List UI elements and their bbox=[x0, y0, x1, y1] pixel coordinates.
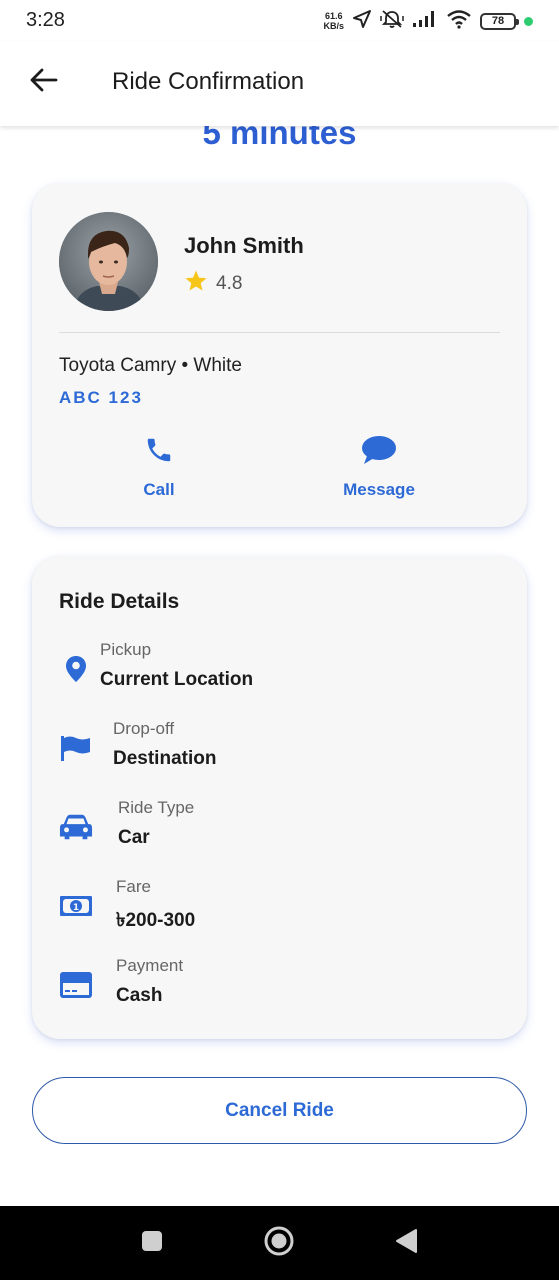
banknote-icon: 1 bbox=[59, 889, 93, 923]
driver-name: John Smith bbox=[184, 233, 304, 258]
app-bar: Ride Confirmation bbox=[0, 42, 559, 126]
detail-row-pickup: Pickup Current Location bbox=[59, 640, 500, 700]
credit-card-icon bbox=[59, 968, 93, 1002]
status-icons: 61.6 KB/s 78 bbox=[323, 8, 533, 34]
home-circle-icon bbox=[264, 1226, 294, 1261]
detail-row-dropoff: Drop-off Destination bbox=[59, 719, 500, 779]
status-time: 3:28 bbox=[26, 9, 65, 31]
ride-details-card: Ride Details Pickup Current Location Dro… bbox=[32, 556, 527, 1039]
back-triangle-icon bbox=[394, 1228, 418, 1259]
license-plate: ABC 123 bbox=[59, 388, 143, 407]
car-icon bbox=[59, 810, 93, 844]
payment-label: Payment bbox=[116, 956, 184, 975]
driver-avatar bbox=[59, 212, 158, 311]
fare-text: Fare ৳200-300 bbox=[116, 877, 195, 938]
star-icon bbox=[184, 269, 208, 298]
arrow-left-icon bbox=[30, 68, 58, 97]
message-button[interactable]: Message bbox=[332, 435, 426, 500]
eta-text: 5 minutes bbox=[202, 126, 357, 151]
driver-rating: 4.8 bbox=[184, 269, 242, 298]
page-title: Ride Confirmation bbox=[112, 68, 305, 95]
payment-text: Payment Cash bbox=[116, 956, 183, 1007]
detail-row-payment: Payment Cash bbox=[59, 956, 500, 1016]
pickup-label: Pickup bbox=[100, 640, 152, 659]
dropoff-label: Drop-off bbox=[113, 719, 175, 738]
fare-value: ৳200-300 bbox=[116, 910, 196, 931]
dropoff-text: Drop-off Destination bbox=[113, 719, 216, 770]
pickup-value: Current Location bbox=[100, 669, 254, 690]
detail-row-ride-type: Ride Type Car bbox=[59, 798, 500, 858]
system-nav-bar bbox=[0, 1206, 559, 1280]
svg-text:1: 1 bbox=[73, 903, 79, 913]
call-label: Call bbox=[143, 480, 175, 499]
main-content[interactable]: 5 minutes John Smith 4.8 Toyota Camry • … bbox=[0, 126, 559, 1206]
location-arrow-icon bbox=[352, 9, 372, 34]
signal-icon bbox=[412, 10, 438, 33]
network-speed: 61.6 KB/s bbox=[323, 11, 344, 31]
wifi-icon bbox=[446, 9, 472, 34]
rating-value: 4.8 bbox=[216, 272, 243, 294]
battery-icon: 78 bbox=[480, 12, 519, 30]
ride-type-text: Ride Type Car bbox=[118, 798, 194, 849]
fare-label: Fare bbox=[116, 877, 151, 896]
payment-value: Cash bbox=[116, 985, 163, 1006]
recents-square-icon bbox=[140, 1229, 164, 1258]
cancel-ride-button[interactable]: Cancel Ride bbox=[32, 1077, 527, 1144]
call-button[interactable]: Call bbox=[129, 435, 189, 500]
chat-bubble-icon bbox=[361, 435, 397, 470]
notification-dot-icon bbox=[524, 16, 533, 26]
ride-details-title: Ride Details bbox=[59, 590, 180, 613]
ride-type-value: Car bbox=[118, 827, 150, 848]
location-pin-icon bbox=[59, 652, 93, 686]
divider bbox=[59, 332, 500, 333]
recents-button[interactable] bbox=[137, 1228, 167, 1258]
flag-icon bbox=[59, 731, 93, 765]
home-button[interactable] bbox=[264, 1226, 294, 1261]
back-nav-button[interactable] bbox=[391, 1228, 421, 1258]
vehicle-info: Toyota Camry • White bbox=[59, 355, 242, 376]
phone-icon bbox=[144, 435, 174, 470]
back-button[interactable] bbox=[28, 66, 60, 98]
message-label: Message bbox=[343, 480, 415, 499]
mute-vibrate-icon bbox=[380, 9, 404, 34]
network-speed-unit: KB/s bbox=[323, 21, 344, 31]
status-bar: 3:28 61.6 KB/s 78 bbox=[0, 0, 559, 42]
driver-card: John Smith 4.8 Toyota Camry • White ABC … bbox=[32, 183, 527, 527]
pickup-text: Pickup Current Location bbox=[100, 640, 253, 691]
dropoff-value: Destination bbox=[113, 748, 217, 769]
ride-type-label: Ride Type bbox=[118, 798, 195, 817]
detail-row-fare: 1 Fare ৳200-300 bbox=[59, 877, 500, 937]
network-speed-value: 61.6 bbox=[324, 11, 343, 21]
